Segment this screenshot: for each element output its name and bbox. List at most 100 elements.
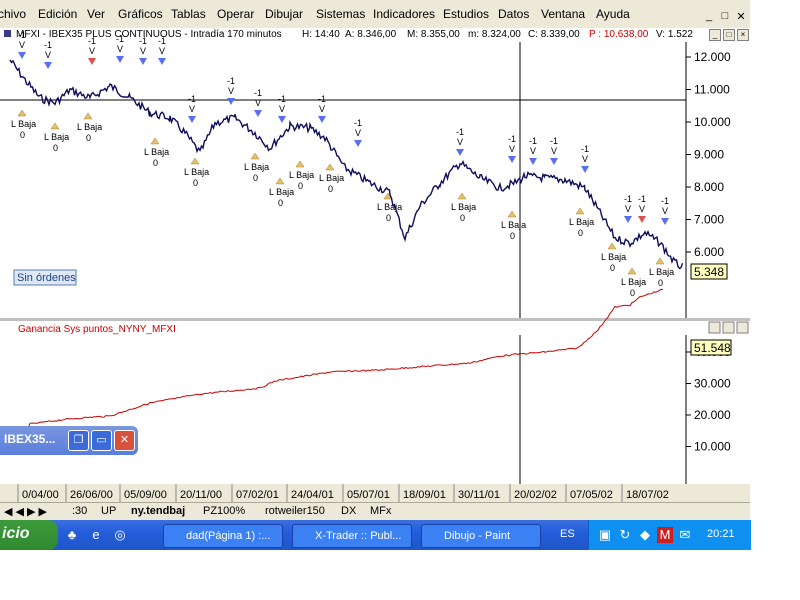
close-icon[interactable]: ✕ bbox=[114, 430, 135, 451]
signal-entry-label: L Baja bbox=[44, 132, 69, 142]
indicator-close-button[interactable] bbox=[736, 321, 749, 334]
indicator-y-tick-label: 10.000 bbox=[694, 440, 731, 454]
price-y-tick-label: 10.000 bbox=[694, 115, 731, 129]
tab-pz100[interactable]: PZ100% bbox=[203, 505, 245, 517]
mdi-minimize-button[interactable]: _ bbox=[703, 10, 715, 22]
signal-exit-mark: V bbox=[189, 104, 195, 114]
signal-entry-label: L Baja bbox=[289, 170, 314, 180]
price-y-tick-label: 8.000 bbox=[694, 180, 724, 194]
price-last-value: 5.348 bbox=[694, 265, 724, 279]
indicator-minimize-button[interactable] bbox=[708, 321, 721, 334]
signal-exit-label: -1 bbox=[529, 136, 537, 146]
menu-ver[interactable]: Ver bbox=[87, 7, 105, 21]
signal-exit-label: -1 bbox=[44, 40, 52, 50]
tab-dx[interactable]: DX bbox=[341, 505, 356, 517]
tab-nav-first-icon[interactable]: ◀ ◀ ▶ ▶ bbox=[4, 505, 47, 518]
tab-ny-tendbaj[interactable]: ny.tendbaj bbox=[131, 505, 185, 517]
task-xtrader-label: X-Trader :: Publ... bbox=[315, 530, 402, 542]
tab-mfx[interactable]: MFx bbox=[370, 505, 391, 517]
signal-entry-label: L Baja bbox=[621, 277, 646, 287]
signal-entry-label: L Baja bbox=[144, 147, 169, 157]
tab-up[interactable]: UP bbox=[101, 505, 116, 517]
tab-30[interactable]: :30 bbox=[72, 505, 87, 517]
signal-exit-mark: V bbox=[355, 128, 361, 138]
signal-exit-label: -1 bbox=[638, 194, 646, 204]
signal-exit-mark: V bbox=[140, 46, 146, 56]
signal-exit-mark: V bbox=[45, 50, 51, 60]
signal-exit-label: -1 bbox=[318, 94, 326, 104]
price-y-tick-label: 7.000 bbox=[694, 213, 724, 227]
menu-tablas[interactable]: Tablas bbox=[171, 7, 206, 21]
signal-exit-label: -1 bbox=[278, 94, 286, 104]
mdi-restore-button[interactable]: □ bbox=[719, 10, 731, 22]
menu-datos[interactable]: Datos bbox=[498, 7, 529, 21]
x-axis-tick-label: 18/07/02 bbox=[626, 489, 669, 501]
x-axis-tick-label: 30/11/01 bbox=[458, 489, 500, 501]
signal-exit-label: -1 bbox=[188, 94, 196, 104]
network-icon[interactable]: ▣ bbox=[597, 527, 613, 543]
menu-ayuda[interactable]: Ayuda bbox=[596, 7, 630, 21]
globe-icon[interactable]: ◎ bbox=[112, 527, 128, 543]
signal-entry-zero: 0 bbox=[386, 213, 391, 223]
signal-exit-label: -1 bbox=[254, 88, 262, 98]
menu-operar[interactable]: Operar bbox=[217, 7, 254, 21]
task-xtrader[interactable]: X-Trader :: Publ... bbox=[292, 524, 412, 548]
menu-archivo[interactable]: chivo bbox=[0, 7, 26, 21]
signal-exit-mark: V bbox=[582, 154, 588, 164]
tab-rotweiler150[interactable]: rotweiler150 bbox=[265, 505, 325, 517]
menu-sistemas[interactable]: Sistemas bbox=[316, 7, 365, 21]
task-document[interactable]: dad(Página 1) :... bbox=[163, 524, 283, 548]
x-axis-tick-label: 0/04/00 bbox=[22, 489, 59, 501]
task-paint[interactable]: Dibujo - Paint bbox=[421, 524, 541, 548]
clover-icon[interactable]: ♣ bbox=[64, 527, 80, 543]
signal-exit-mark: V bbox=[625, 204, 631, 214]
signal-entry-label: L Baja bbox=[569, 217, 594, 227]
indicator-maximize-button[interactable] bbox=[722, 321, 735, 334]
signal-entry-label: L Baja bbox=[501, 220, 526, 230]
signal-exit-label: -1 bbox=[661, 196, 669, 206]
signal-exit-mark: V bbox=[117, 44, 123, 54]
signal-exit-mark: V bbox=[662, 206, 668, 216]
signal-exit-mark: V bbox=[89, 46, 95, 56]
shield-icon[interactable]: ◆ bbox=[637, 527, 653, 543]
restore-icon[interactable]: ❐ bbox=[68, 430, 89, 451]
x-axis-tick-label: 18/09/01 bbox=[403, 489, 446, 501]
signal-exit-label: -1 bbox=[116, 34, 124, 44]
browser-icon[interactable]: e bbox=[88, 527, 104, 543]
signal-entry-zero: 0 bbox=[460, 213, 465, 223]
minimized-window-title: IBEX35... bbox=[4, 432, 56, 446]
signal-exit-label: -1 bbox=[456, 127, 464, 137]
price-y-tick-label: 11.000 bbox=[694, 83, 730, 97]
signal-entry-zero: 0 bbox=[610, 263, 615, 273]
signal-entry-zero: 0 bbox=[193, 178, 198, 188]
signal-exit-label: -1 bbox=[227, 76, 235, 86]
panel-splitter[interactable] bbox=[0, 318, 750, 321]
mdi-close-button[interactable]: ✕ bbox=[735, 10, 747, 23]
x-axis-tick-label: 24/04/01 bbox=[291, 489, 334, 501]
start-button[interactable]: icio bbox=[0, 520, 58, 550]
task-document-label: dad(Página 1) :... bbox=[186, 530, 271, 542]
menu-dibujar[interactable]: Dibujar bbox=[265, 7, 303, 21]
signal-entry-label: L Baja bbox=[451, 202, 476, 212]
signal-entry-zero: 0 bbox=[578, 228, 583, 238]
maximize-icon[interactable]: ▭ bbox=[91, 430, 112, 451]
sync-icon[interactable]: ↻ bbox=[617, 527, 633, 543]
menu-estudios[interactable]: Estudios bbox=[443, 7, 489, 21]
m-app-icon[interactable]: M bbox=[657, 527, 673, 543]
menu-ventana[interactable]: Ventana bbox=[541, 7, 585, 21]
signal-exit-label: -1 bbox=[581, 144, 589, 154]
signal-exit-mark: V bbox=[639, 204, 645, 214]
menu-graficos[interactable]: Gráficos bbox=[118, 7, 163, 21]
signal-entry-label: L Baja bbox=[649, 267, 674, 277]
price-y-tick-label: 9.000 bbox=[694, 148, 724, 162]
x-axis-tick-label: 07/02/01 bbox=[236, 489, 279, 501]
taskbar: icio ♣ e ◎ dad(Página 1) :... X-Trader :… bbox=[0, 520, 751, 550]
orders-status-label: Sin órdenes bbox=[17, 272, 76, 284]
signal-exit-label: -1 bbox=[88, 36, 96, 46]
signal-entry-label: L Baja bbox=[184, 167, 209, 177]
minimized-window-ibex35[interactable]: IBEX35... ❐ ▭ ✕ bbox=[0, 426, 138, 455]
language-indicator[interactable]: ES bbox=[560, 528, 575, 540]
chat-icon[interactable]: ✉ bbox=[677, 527, 693, 543]
menu-edicion[interactable]: Edición bbox=[38, 7, 77, 21]
menu-indicadores[interactable]: Indicadores bbox=[373, 7, 435, 21]
